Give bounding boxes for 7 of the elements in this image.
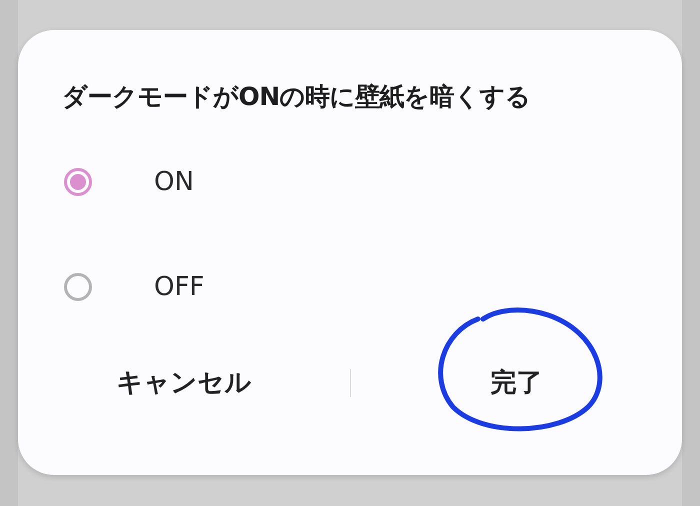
radio-button[interactable] [64,272,92,300]
option-label[interactable]: ON [154,166,194,196]
dialog-button[interactable]: 完了 [480,359,552,406]
dialog-button[interactable]: キャンセル [106,359,262,406]
option-label[interactable]: OFF [154,272,204,302]
dialog-title: ダークモードがONの時に壁紙を暗くする [62,81,532,113]
radio-button[interactable] [64,168,92,196]
